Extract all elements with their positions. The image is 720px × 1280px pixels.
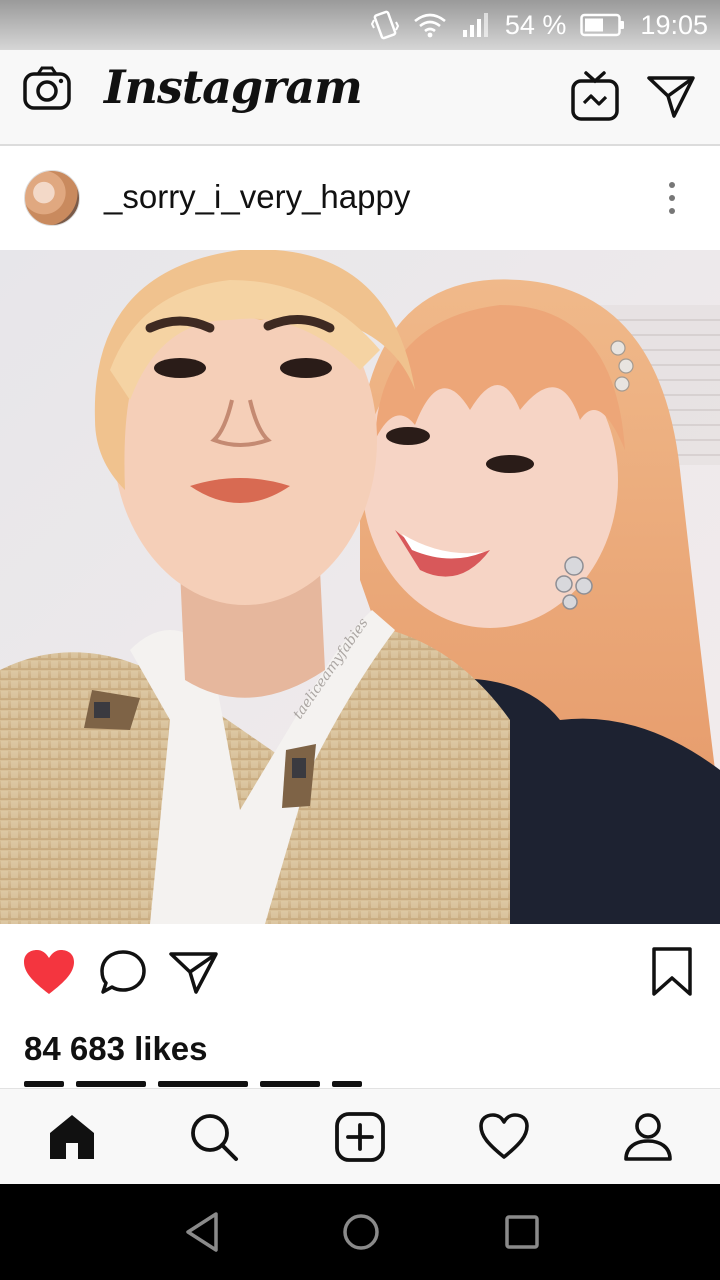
post-username[interactable]: _sorry_i_very_happy <box>104 178 410 216</box>
bookmark-icon <box>652 947 692 996</box>
android-home-button[interactable] <box>340 1210 382 1259</box>
android-recents-button[interactable] <box>502 1210 542 1259</box>
profile-icon <box>624 1113 672 1161</box>
nav-profile[interactable] <box>622 1111 674 1163</box>
save-button[interactable] <box>650 946 694 1003</box>
igtv-button[interactable] <box>570 70 620 129</box>
comment-button[interactable] <box>98 948 148 1003</box>
android-back-button[interactable] <box>182 1210 222 1259</box>
bottom-nav <box>0 1088 720 1184</box>
avatar[interactable] <box>24 170 80 226</box>
nav-new-post[interactable] <box>334 1111 386 1163</box>
app-header: Instagram <box>0 50 720 146</box>
like-button[interactable] <box>22 948 76 1003</box>
signal-icon <box>462 13 488 37</box>
status-bar: 54 % 19:05 <box>0 0 720 50</box>
igtv-icon <box>571 71 619 121</box>
wifi-icon <box>414 13 446 38</box>
clock: 19:05 <box>640 9 708 40</box>
post-photo-illustration: taeliceamyfabies <box>0 250 720 924</box>
android-nav-bar <box>0 1184 720 1280</box>
search-icon <box>191 1114 238 1161</box>
home-icon <box>50 1115 94 1159</box>
back-icon <box>186 1212 218 1252</box>
nav-activity[interactable] <box>478 1111 530 1163</box>
direct-message-icon <box>647 76 695 118</box>
camera-icon <box>23 66 71 110</box>
likes-count[interactable]: 84 683 likes <box>24 1030 208 1068</box>
recents-icon <box>505 1215 539 1249</box>
share-button[interactable] <box>168 948 220 1001</box>
post-header: _sorry_i_very_happy <box>0 148 720 250</box>
battery-icon <box>580 13 625 37</box>
caption-peek <box>24 1074 424 1088</box>
vibrate-icon <box>370 10 399 40</box>
comment-icon <box>100 950 146 994</box>
heart-filled-icon <box>24 950 74 994</box>
post-actions <box>0 924 720 1024</box>
more-icon <box>669 182 675 188</box>
battery-percent: 54 % <box>504 9 567 40</box>
share-icon <box>169 952 218 994</box>
new-post-icon <box>335 1112 385 1162</box>
instagram-logo: Instagram <box>104 60 363 114</box>
activity-icon <box>479 1113 529 1159</box>
nav-search[interactable] <box>188 1111 240 1163</box>
home-circle-icon <box>343 1214 379 1250</box>
more-options-button[interactable] <box>660 178 684 218</box>
camera-button[interactable] <box>22 66 72 117</box>
direct-message-button[interactable] <box>646 72 696 125</box>
post-photo[interactable]: taeliceamyfabies <box>0 250 720 924</box>
nav-home[interactable] <box>46 1111 98 1163</box>
